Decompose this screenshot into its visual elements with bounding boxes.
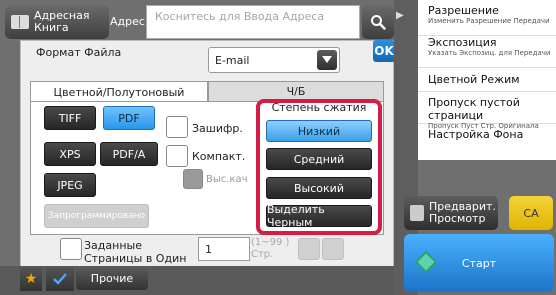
sidebar-item-background[interactable]: Настройка Фона	[418, 128, 556, 152]
format-select-value: E-mail	[215, 54, 250, 67]
pages-input[interactable]: 1	[198, 237, 250, 261]
compression-medium-button[interactable]: Средний	[266, 148, 372, 170]
compression-high-button[interactable]: Высокий	[266, 177, 372, 199]
preview-button[interactable]: Предварит. Просмотр	[404, 196, 498, 230]
sidebar-item-label: Экспозиция	[428, 36, 497, 49]
sidebar-item-label: Цветной Режим	[428, 73, 520, 86]
sidebar-item-label: Пропуск пустой страници	[428, 96, 520, 122]
sidebar-item-label: Настройка Фона	[428, 128, 524, 141]
check-button[interactable]	[46, 267, 74, 291]
star-icon: ★	[24, 271, 38, 287]
search-button[interactable]	[362, 5, 394, 39]
encrypt-checkbox[interactable]	[166, 116, 188, 138]
favorite-button[interactable]: ★	[20, 267, 42, 291]
format-jpeg-button[interactable]: JPEG	[44, 173, 96, 197]
high-quality-checkbox[interactable]	[183, 169, 203, 189]
sidebar-item-color-mode[interactable]: Цветной Режим	[418, 68, 556, 92]
sidebar-item-sublabel: Указать Экспозиц. для Передачи	[428, 49, 551, 57]
preview-icon	[410, 205, 424, 221]
programmed-button[interactable]: Запрограммировано	[44, 204, 149, 228]
preview-label: Предварит. Просмотр	[429, 200, 496, 225]
format-tiff-button[interactable]: TIFF	[44, 106, 96, 130]
format-select[interactable]: E-mail	[208, 47, 340, 73]
dropdown-button[interactable]	[317, 50, 337, 70]
ok-button[interactable]: OK	[373, 40, 395, 62]
compact-checkbox[interactable]	[166, 145, 188, 167]
address-book-button[interactable]: Адресная Книга	[5, 5, 109, 39]
other-button[interactable]: Прочие	[76, 266, 148, 290]
compression-black-button[interactable]: Выделить Черным	[266, 203, 372, 229]
search-icon	[371, 15, 386, 30]
compression-low-button[interactable]: Низкий	[266, 120, 372, 142]
address-book-label: Адресная Книга	[34, 9, 90, 34]
high-quality-label: Выс.кач	[206, 174, 248, 185]
sidebar-item-skip-blank[interactable]: Пропуск пустой страници Пропуск Пуст Стр…	[418, 92, 556, 130]
format-pdfa-button[interactable]: PDF/A	[100, 142, 158, 166]
format-xps-button[interactable]: XPS	[44, 142, 96, 166]
tab-color[interactable]: Цветной/Полутоновый	[30, 81, 208, 102]
sidebar-item-sublabel: Изменить Разрешение Передачи	[428, 17, 550, 25]
chevron-down-icon	[322, 56, 332, 63]
start-label: Старт	[461, 256, 497, 270]
pages-range: (1~99 ) Стр.	[251, 237, 290, 260]
clear-all-button[interactable]: CA	[509, 196, 553, 230]
sidebar-item-label: Разрешение	[428, 4, 499, 17]
chevron-right-icon[interactable]: ▶	[396, 10, 404, 21]
compact-label: Компакт.	[192, 150, 246, 163]
address-input[interactable]: Коснитесь для Ввода Адреса	[146, 5, 360, 39]
sidebar-item-resolution[interactable]: Разрешение Изменить Разрешение Передачи	[418, 4, 556, 36]
book-icon	[11, 15, 29, 29]
increment-button[interactable]	[322, 238, 344, 260]
file-format-title: Формат Файла	[36, 46, 122, 59]
address-label: Адрес	[110, 15, 145, 28]
pages-checkbox[interactable]	[60, 238, 82, 260]
decrement-button[interactable]	[298, 238, 320, 260]
compression-title: Степень сжатия	[271, 101, 367, 114]
encrypt-label: Зашифр.	[192, 122, 243, 135]
format-pdf-button[interactable]: PDF	[103, 106, 155, 130]
check-icon	[53, 273, 67, 285]
screen: Адресная Книга Адрес Коснитесь для Ввода…	[0, 0, 556, 295]
sidebar-item-exposure[interactable]: Экспозиция Указать Экспозиц. для Передач…	[418, 36, 556, 68]
